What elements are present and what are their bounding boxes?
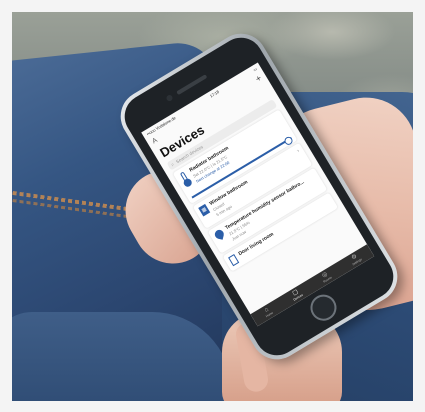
humidity-drop-icon bbox=[213, 228, 225, 240]
add-device-button[interactable]: + bbox=[254, 73, 264, 84]
chevron-right-icon: › bbox=[295, 147, 301, 154]
earpiece-speaker bbox=[176, 74, 208, 96]
door-icon bbox=[227, 253, 239, 266]
window-icon: ▦ bbox=[197, 203, 210, 217]
front-camera-icon bbox=[165, 93, 174, 103]
tab-devices[interactable]: ▢ Devices bbox=[289, 288, 304, 302]
tab-settings[interactable]: ⚙ Settings bbox=[348, 252, 363, 267]
account-icon[interactable]: A bbox=[151, 137, 159, 145]
photo: ••ooo Vodafone.de 17:18 ▭ A + Devices ⌕ … bbox=[12, 12, 413, 401]
tab-rooms[interactable]: ◎ Rooms bbox=[319, 270, 332, 283]
slider-knob[interactable] bbox=[282, 134, 294, 146]
thermometer-icon bbox=[178, 170, 194, 189]
tab-home[interactable]: ⌂ Home bbox=[262, 306, 274, 319]
home-button[interactable] bbox=[305, 289, 342, 326]
search-icon: ⌕ bbox=[169, 161, 176, 168]
